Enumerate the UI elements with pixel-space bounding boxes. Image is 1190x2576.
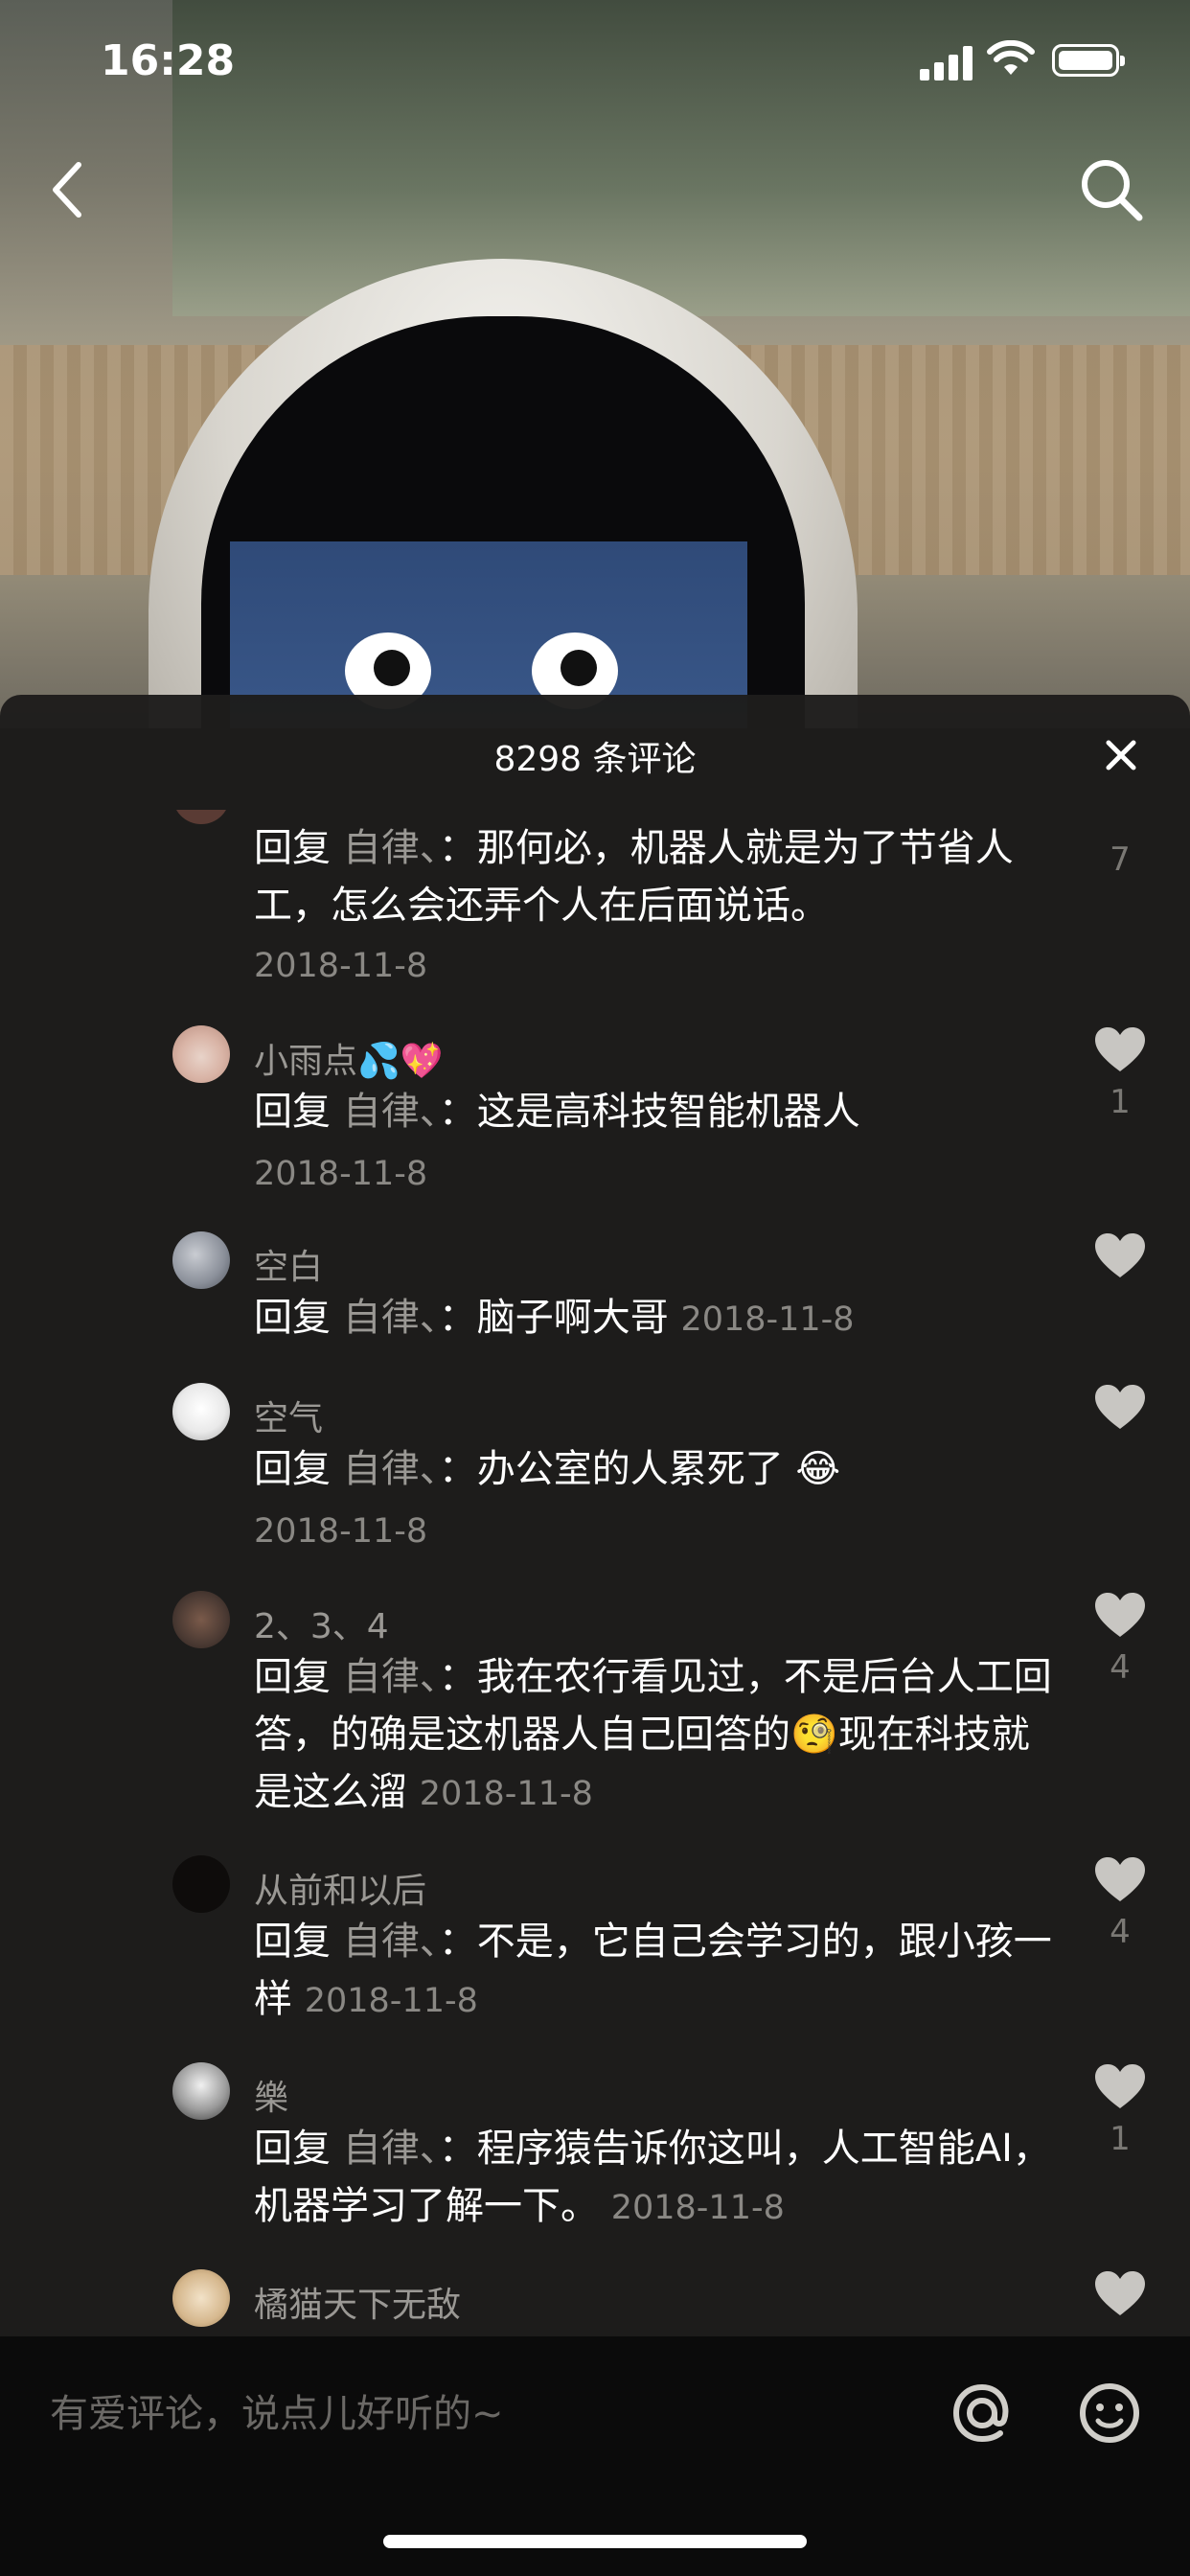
comment-username[interactable]: 橘猫天下无敌 <box>254 2277 461 2327</box>
comment-date: 2018-11-8 <box>254 1155 428 1193</box>
comment-date: 2018-11-8 <box>254 1512 428 1551</box>
comment-item: 樂 回复 自律、：程序猿告诉你这叫，人工智能AI，机器学习了解一下。 2018-… <box>0 2062 1190 2254</box>
avatar[interactable] <box>172 2269 230 2327</box>
comment-item: 橘猫天下无敌 <box>0 2269 1190 2336</box>
like-button[interactable]: 4 <box>1090 1591 1150 1687</box>
comment-text: 回复 自律、：程序猿告诉你这叫，人工智能AI，机器学习了解一下。 2018-11… <box>254 2127 1051 2228</box>
close-icon <box>1106 740 1136 770</box>
comment-text: 回复 自律、：那何必，机器人就是为了节省人工，怎么会还弄个人在后面说话。 <box>254 826 1014 928</box>
comment-text: 回复 自律、：不是，它自己会学习的，跟小孩一样 2018-11-8 <box>254 1920 1052 2021</box>
heart-icon <box>1095 1857 1145 1901</box>
comment-text: 回复 自律、：这是高科技智能机器人 <box>254 1090 860 1134</box>
back-button[interactable] <box>38 151 96 228</box>
comment-item: 空气 回复 自律、：办公室的人累死了 😂 2018-11-8 <box>0 1383 1190 1575</box>
like-button[interactable] <box>1090 2269 1150 2321</box>
avatar[interactable] <box>172 1025 230 1083</box>
search-button[interactable] <box>1073 151 1150 228</box>
comment-input[interactable] <box>48 2380 914 2449</box>
avatar[interactable] <box>172 1383 230 1440</box>
at-icon <box>952 2383 1009 2443</box>
chevron-left-icon <box>53 162 81 218</box>
robot-pupil-left <box>374 650 410 686</box>
comment-item: 小雨点💦💖 回复 自律、：这是高科技智能机器人 2018-11-8 1 <box>0 1025 1190 1217</box>
mention-button[interactable] <box>944 2375 1020 2451</box>
cellular-signal-icon <box>920 46 973 80</box>
heart-icon <box>1095 1233 1145 1277</box>
like-count: 1 <box>1110 1083 1131 1121</box>
comment-username[interactable]: 空气 <box>254 1391 323 1440</box>
heart-icon <box>1095 2271 1145 2315</box>
like-count: 4 <box>1110 1648 1131 1687</box>
comment-date: 2018-11-8 <box>419 1775 593 1813</box>
like-count: 7 <box>1110 840 1131 879</box>
comment-item: 从前和以后 回复 自律、：不是，它自己会学习的，跟小孩一样 2018-11-8 … <box>0 1855 1190 2047</box>
like-button[interactable] <box>1090 1383 1150 1435</box>
comment-text: 回复 自律、：我在农行看见过，不是后台人工回答，的确是这机器人自己回答的🧐现在科… <box>254 1655 1052 1814</box>
comment-username[interactable]: 2、3、4 <box>254 1598 389 1648</box>
comment-item: 2、3、4 回复 自律、：我在农行看见过，不是后台人工回答，的确是这机器人自己回… <box>0 1591 1190 1830</box>
comment-date: 2018-11-8 <box>680 1300 855 1339</box>
status-time: 16:28 <box>101 36 236 85</box>
comment-item: 空白 回复 自律、：脑子啊大哥 2018-11-8 <box>0 1231 1190 1375</box>
comment-sheet: 8298 条评论 回复 自律、：那何必，机器人就是为了节省人工，怎么会还弄个人在… <box>0 695 1190 2336</box>
battery-icon <box>1052 44 1125 77</box>
emoji-button[interactable] <box>1071 2375 1148 2451</box>
home-indicator <box>383 2535 807 2548</box>
comment-date: 2018-11-8 <box>304 1982 478 2020</box>
search-icon <box>1082 160 1143 221</box>
comment-date: 2018-11-8 <box>610 2189 785 2227</box>
like-count: 1 <box>1110 2120 1131 2158</box>
comment-username[interactable]: 樂 <box>254 2070 288 2120</box>
comment-date: 2018-11-8 <box>254 947 428 985</box>
status-bar: 16:28 <box>0 0 1190 134</box>
sheet-header: 8298 条评论 <box>0 695 1190 810</box>
comment-item: 回复 自律、：那何必，机器人就是为了节省人工，怎么会还弄个人在后面说话。 201… <box>0 810 1190 985</box>
avatar[interactable] <box>172 1231 230 1289</box>
comment-username[interactable]: 从前和以后 <box>254 1863 426 1913</box>
robot-pupil-right <box>561 650 597 686</box>
like-button[interactable]: 1 <box>1090 2062 1150 2158</box>
heart-icon <box>1095 2064 1145 2108</box>
avatar[interactable] <box>172 1855 230 1913</box>
wifi-icon <box>987 40 1035 75</box>
like-button[interactable]: 7 <box>1090 810 1150 879</box>
comment-input-bar <box>0 2336 1190 2576</box>
comment-text: 回复 自律、：办公室的人累死了 😂 <box>254 1447 841 1491</box>
comment-text: 回复 自律、：脑子啊大哥 2018-11-8 <box>254 1296 855 1340</box>
like-button[interactable] <box>1090 1231 1150 1283</box>
avatar[interactable] <box>172 2062 230 2120</box>
heart-icon <box>1095 1593 1145 1637</box>
like-button[interactable]: 1 <box>1090 1025 1150 1121</box>
heart-icon <box>1095 1385 1145 1429</box>
comment-username[interactable]: 空白 <box>254 1239 323 1289</box>
emoji-icon <box>1080 2383 1139 2443</box>
avatar[interactable] <box>172 810 230 824</box>
avatar[interactable] <box>172 1591 230 1648</box>
comment-username[interactable]: 小雨点💦💖 <box>254 1033 444 1083</box>
like-count: 4 <box>1110 1913 1131 1951</box>
heart-icon <box>1095 1027 1145 1071</box>
close-button[interactable] <box>1087 722 1155 789</box>
comment-list[interactable]: 回复 自律、：那何必，机器人就是为了节省人工，怎么会还弄个人在后面说话。 201… <box>0 810 1190 2336</box>
comment-count-title: 8298 条评论 <box>493 740 697 779</box>
like-button[interactable]: 4 <box>1090 1855 1150 1951</box>
